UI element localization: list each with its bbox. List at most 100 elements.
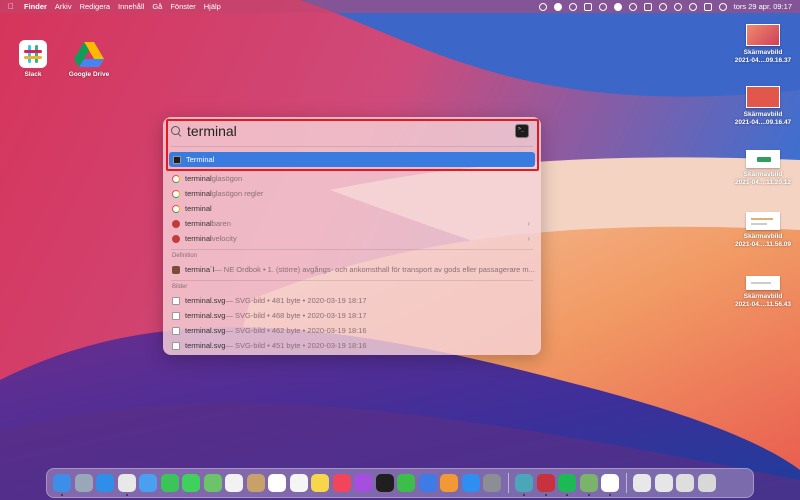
menu-clock[interactable]: tors 29 apr. 09:17 [734, 2, 792, 11]
user-icon[interactable] [688, 2, 697, 11]
maps-icon[interactable] [203, 474, 222, 492]
chevron-right-icon: › [527, 234, 530, 243]
timer-icon[interactable] [568, 2, 577, 11]
numbers-icon[interactable] [397, 474, 415, 492]
desktop-icon-slack[interactable]: Slack [14, 40, 52, 79]
downloads-folder-icon[interactable] [676, 474, 694, 492]
preview-icon[interactable] [633, 474, 651, 492]
divider [171, 249, 533, 250]
screenshot-thumbnail [746, 212, 780, 230]
screenshot-thumbnail [746, 150, 780, 168]
screenshot-label-5: Skärmavbild [743, 293, 783, 300]
screenshot-date-5: 2021-04....11.56.43 [734, 301, 792, 308]
keynote-icon[interactable] [418, 474, 437, 492]
suggestion-row[interactable]: terminal [168, 201, 536, 216]
bluetooth-icon[interactable] [628, 2, 637, 11]
music-icon[interactable] [332, 474, 351, 492]
control-center-icon[interactable] [703, 2, 712, 11]
suggestion-bold: terminal [185, 189, 212, 198]
menu-redigera[interactable]: Redigera [80, 2, 110, 11]
sync-icon[interactable] [598, 2, 607, 11]
notes-icon[interactable] [311, 474, 329, 492]
suggestion-row[interactable]: terminal baren › [168, 216, 536, 231]
image-result-row[interactable]: terminal.svg — SVG-bild • 468 byte • 202… [168, 308, 536, 323]
suggestion-row[interactable]: terminal velocity › [168, 231, 536, 246]
big-sur-installer-icon[interactable] [515, 474, 533, 496]
battery-icon[interactable] [643, 2, 652, 11]
reminders-icon[interactable] [289, 474, 308, 492]
photos-icon[interactable] [225, 474, 243, 492]
tv-icon[interactable] [375, 474, 394, 492]
spotify-icon[interactable] [558, 474, 576, 496]
suggestion-row[interactable]: terminal glasögon [168, 171, 536, 186]
app-store-icon[interactable] [461, 474, 480, 492]
desktop-screenshot-4[interactable]: Skärmavbild 2021-04....11.56.09 [728, 212, 798, 249]
svg-file-icon [172, 326, 180, 335]
desktop-screenshot-5[interactable]: Skärmavbild 2021-04....11.56.43 [728, 276, 798, 309]
chrome-icon[interactable] [117, 474, 136, 496]
chevron-right-icon: › [527, 219, 530, 228]
spotlight-top-hit[interactable]: Terminal [169, 152, 535, 167]
system-preferences-icon[interactable] [483, 474, 501, 492]
desktop-screenshot-3[interactable]: Skärmavbild 2021-04....11.20.12 [728, 150, 798, 187]
menu-hjalp[interactable]: Hjälp [204, 2, 221, 11]
screenshot-icon[interactable] [583, 2, 592, 11]
documents-folder-icon[interactable] [654, 474, 673, 492]
launchpad-icon[interactable] [74, 474, 93, 492]
scrobbler-icon[interactable] [536, 474, 555, 496]
image-name: terminal.svg [185, 341, 226, 350]
safari-icon[interactable] [96, 474, 114, 492]
search-icon[interactable] [673, 2, 682, 11]
calendar-icon[interactable] [268, 474, 286, 492]
creative-cloud-icon[interactable] [538, 2, 547, 11]
divider [171, 146, 533, 147]
spotlight-search-input[interactable] [187, 123, 487, 139]
status-area: tors 29 apr. 09:17 [538, 2, 792, 11]
safari-icon [172, 234, 180, 243]
contacts-icon[interactable] [246, 474, 265, 492]
record-icon[interactable] [553, 2, 562, 11]
suggestion-bold: terminal [185, 174, 212, 183]
suggestion-bold: terminal [185, 204, 212, 213]
facetime-icon[interactable] [160, 474, 179, 492]
trash-icon[interactable] [697, 474, 716, 492]
finder-icon[interactable] [53, 474, 71, 496]
maps-dock-icon[interactable] [579, 474, 598, 496]
screenshot-thumbnail [746, 86, 780, 108]
spotlight-panel: Terminal terminalglasögon terminalglasög… [163, 117, 541, 355]
terminal-icon [173, 155, 181, 164]
menu-arkiv[interactable]: Arkiv [55, 2, 72, 11]
siri-icon[interactable] [718, 2, 727, 11]
spotlight-search-row [163, 117, 541, 145]
screenshot-thumbnail [746, 276, 780, 290]
mail-icon[interactable] [139, 474, 157, 492]
messages-icon[interactable] [182, 474, 200, 492]
image-result-row[interactable]: terminal.svg — SVG-bild • 462 byte • 202… [168, 323, 536, 338]
menu-innehall[interactable]: Innehåll [118, 2, 144, 11]
image-result-row[interactable]: terminal.svg — SVG-bild • 481 byte • 202… [168, 293, 536, 308]
definition-row[interactable]: termina´l — NE Ordbok • 1. (större) avgå… [168, 262, 536, 277]
menu-finder[interactable]: Finder [24, 2, 47, 11]
google-icon [172, 204, 180, 213]
dropbox-icon[interactable] [613, 2, 622, 11]
menu-ga[interactable]: Gå [152, 2, 162, 11]
pages-icon[interactable] [440, 474, 458, 492]
google-icon [172, 189, 180, 198]
section-header-definition: Definition [172, 253, 198, 259]
apple-icon[interactable]:  [8, 2, 14, 11]
image-name: terminal.svg [185, 326, 226, 335]
podcasts-icon[interactable] [354, 474, 372, 492]
slack-dock-icon[interactable] [601, 474, 619, 496]
menu-fonster[interactable]: Fönster [170, 2, 195, 11]
image-result-row[interactable]: terminal.svg — SVG-bild • 451 byte • 202… [168, 338, 536, 353]
screenshot-label-4: Skärmavbild [743, 233, 783, 240]
desktop-screenshot-1[interactable]: Skärmavbild 2021-04....09.16.37 [728, 24, 798, 65]
desktop-screenshot-2[interactable]: Skärmavbild 2021-04....09.16.47 [728, 86, 798, 127]
suggestion-rest: glasögon regler [211, 189, 264, 198]
suggestion-row[interactable]: terminal glasögon regler [168, 186, 536, 201]
dock-separator [625, 473, 627, 493]
wifi-icon[interactable] [658, 2, 667, 11]
definition-term: termina´l [185, 265, 215, 274]
desktop-icon-label: Slack [24, 71, 42, 78]
desktop-icon-google-drive[interactable]: Google Drive [63, 40, 115, 79]
